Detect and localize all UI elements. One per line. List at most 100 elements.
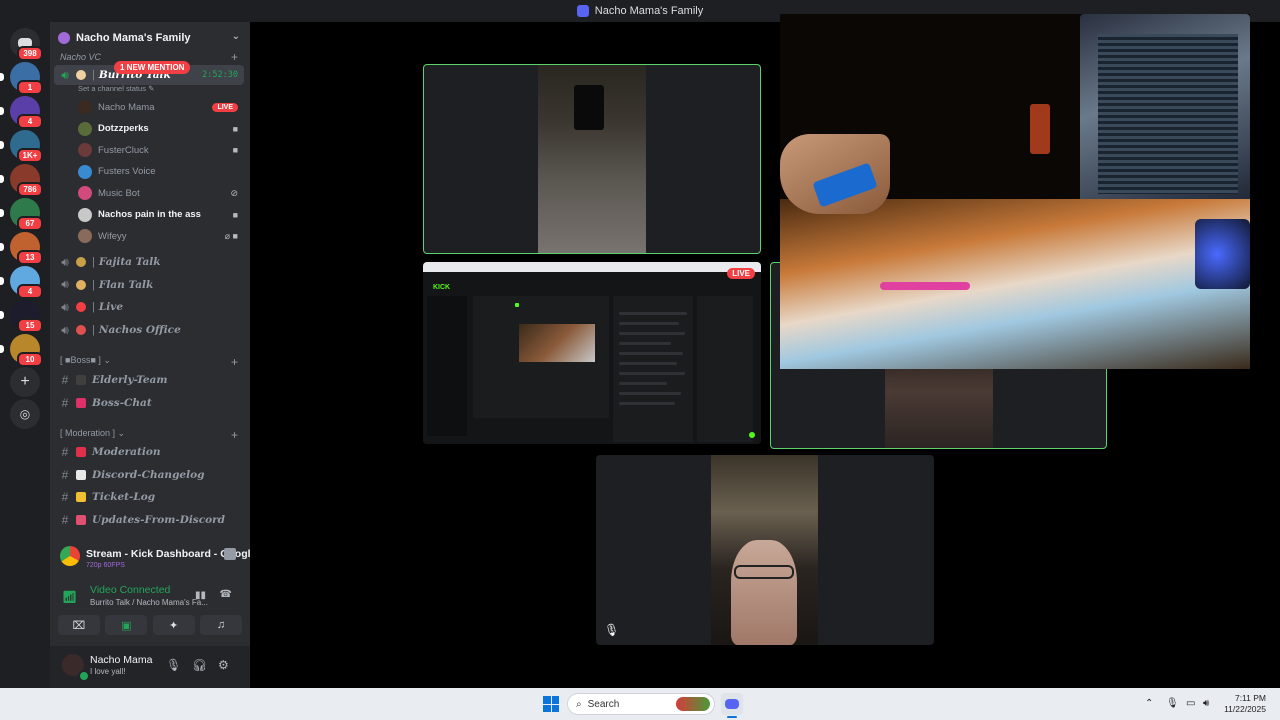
server-icon[interactable]: 786 xyxy=(0,164,43,197)
stream-panel[interactable]: Stream - Kick Dashboard - Google ... 720… xyxy=(56,538,256,576)
member-name: Nachos pain in the ass xyxy=(98,209,201,220)
search-icon: ⌕ xyxy=(576,698,582,710)
server-icon[interactable]: 15 xyxy=(0,300,43,333)
server-icon[interactable]: 1K+ xyxy=(0,130,43,163)
channel-emoji xyxy=(76,492,86,503)
voice-member[interactable]: Fusters Voice xyxy=(78,162,244,182)
channel-nachos-office[interactable]: 🔊︎ | Nachos Office xyxy=(54,320,244,340)
live-badge: LIVE xyxy=(727,268,755,279)
server-icon[interactable]: 13 xyxy=(0,232,43,265)
server-icon[interactable]: 10 xyxy=(0,334,43,367)
server-unread-badge: 1 xyxy=(17,80,43,95)
member-name: Music Bot xyxy=(98,187,140,199)
discord-taskbar-button[interactable] xyxy=(721,693,743,715)
category-nacho-vc[interactable]: Nacho VC xyxy=(60,52,101,62)
voice-member[interactable]: Nachos pain in the ass ■ xyxy=(78,205,244,225)
voice-member[interactable]: Dotzzperks ■ xyxy=(78,119,244,139)
channel-sidebar: Nacho Mama's Family ⌄ Nacho VC + 🔊︎ | Bu… xyxy=(50,22,256,688)
channel-flan-talk[interactable]: 🔊︎ | Flan Talk xyxy=(54,275,244,295)
create-channel-button[interactable]: + xyxy=(231,50,238,64)
channel-emoji xyxy=(76,325,86,336)
server-unread-badge: 67 xyxy=(17,216,43,231)
server-icon[interactable]: 1 xyxy=(0,62,43,95)
gear-icon[interactable]: ⚙ xyxy=(218,658,229,672)
server-icon[interactable]: 4 xyxy=(0,266,43,299)
screen-share-tile[interactable]: KICK LIVE xyxy=(423,262,761,444)
taskbar-search[interactable]: ⌕ Search xyxy=(567,693,715,715)
network-icon[interactable]: ▭ xyxy=(1186,698,1195,709)
member-name: Dotzzperks xyxy=(98,123,149,134)
headphones-icon[interactable]: 🎧︎ xyxy=(192,658,207,672)
plus-icon: + xyxy=(20,373,30,390)
deafen-icon: ⊘ xyxy=(230,187,238,198)
channel-name: Flan Talk xyxy=(98,278,154,291)
search-placeholder: Search xyxy=(587,698,620,710)
camera-icon: ■ xyxy=(232,123,238,134)
channel-elderly-team[interactable]: # Elderly-Team xyxy=(54,370,244,390)
windows-start-icon[interactable] xyxy=(543,696,559,712)
guild-name: Nacho Mama's Family xyxy=(76,32,191,44)
voice-member[interactable]: Nacho Mama LIVE xyxy=(78,97,244,117)
dashboard-chat-panel xyxy=(613,296,693,442)
channel-live[interactable]: 🔊︎ | Live xyxy=(54,297,244,317)
stop-stream-icon[interactable] xyxy=(224,548,236,560)
muted-camera-icon: ⌀ ■ xyxy=(224,230,238,241)
activities-button[interactable]: ✦ xyxy=(152,615,195,635)
voice-member[interactable]: Wifeyy ⌀ ■ xyxy=(78,226,244,246)
channel-discord-changelog[interactable]: # Discord-Changelog xyxy=(54,465,244,485)
avatar xyxy=(78,207,92,222)
unread-indicator xyxy=(0,107,4,115)
discover-button[interactable]: ◎ xyxy=(10,399,40,429)
microphone-icon[interactable]: 🎙︎ xyxy=(166,658,181,672)
category-moderation[interactable]: [ Moderation ] ⌄ xyxy=(60,428,125,439)
channel-name: Updates-From-Discord xyxy=(92,513,225,526)
guild-header[interactable]: Nacho Mama's Family ⌄ xyxy=(50,22,250,54)
avatar xyxy=(78,143,92,157)
category-boss[interactable]: [ ■Boss■ ] ⌄ xyxy=(60,355,111,366)
pip-camera-overlay[interactable] xyxy=(780,14,1250,369)
unread-indicator xyxy=(0,73,4,81)
screen-share-button[interactable]: ▣ xyxy=(105,615,148,635)
chevron-down-icon: ⌄ xyxy=(231,31,240,42)
volume-icon[interactable]: 🔊︎ xyxy=(1203,698,1209,709)
hashtag-icon: # xyxy=(61,490,69,505)
create-channel-button[interactable]: + xyxy=(231,355,238,369)
microphone-tray-icon[interactable]: 🎙︎ xyxy=(1166,698,1179,709)
server-icon[interactable]: 67 xyxy=(0,198,43,231)
pink-light-shape xyxy=(880,282,970,290)
channel-status[interactable]: Set a channel status ✎ xyxy=(78,84,154,93)
create-channel-button[interactable]: + xyxy=(231,428,238,442)
video-tile-webcam[interactable]: 🎙︎ xyxy=(596,455,934,645)
user-panel: Nacho Mama I love yall! 🎙︎ 🎧︎ ⚙ xyxy=(50,646,250,688)
server-icon[interactable]: 4 xyxy=(0,96,43,129)
unread-indicator xyxy=(0,209,4,217)
channel-emoji xyxy=(76,469,86,480)
new-mention-pill[interactable]: 1 NEW MENTION xyxy=(114,61,191,74)
hashtag-icon: # xyxy=(61,445,69,459)
home-unread-badge: 398 xyxy=(17,46,43,61)
noise-suppression-icon[interactable]: ▮▮ xyxy=(195,590,206,601)
channel-boss-chat[interactable]: # Boss-Chat xyxy=(54,393,244,413)
add-server-button[interactable]: + xyxy=(10,367,40,397)
speaker-icon: 🔊︎ xyxy=(61,299,69,314)
username[interactable]: Nacho Mama xyxy=(90,654,152,666)
channel-updates-from-discord[interactable]: # Updates-From-Discord xyxy=(54,510,244,530)
voice-member[interactable]: Music Bot ⊘ xyxy=(78,183,244,203)
home-button[interactable]: 398 xyxy=(10,28,43,61)
channel-emoji xyxy=(76,257,86,267)
soundboard-button[interactable]: ♫ xyxy=(199,615,242,635)
avatar xyxy=(78,186,92,200)
video-tile-outdoor[interactable] xyxy=(423,64,761,254)
channel-fajita-talk[interactable]: 🔊︎ | Fajita Talk xyxy=(54,252,244,272)
server-unread-badge: 15 xyxy=(17,318,43,333)
voice-member[interactable]: FusterCluck ■ xyxy=(78,140,244,160)
channel-ticket-log[interactable]: # Ticket-Log xyxy=(54,487,244,507)
channel-moderation[interactable]: # Moderation xyxy=(54,442,244,462)
disconnect-icon[interactable]: ☎︎ xyxy=(220,589,232,600)
keyboard-light-shape xyxy=(1195,219,1250,289)
camera-off-button[interactable]: ⌧ xyxy=(58,615,100,635)
system-clock[interactable]: 7:11 PM 11/22/2025 xyxy=(1224,693,1266,715)
channel-emoji xyxy=(76,514,86,525)
chevron-up-icon[interactable]: ⌃ xyxy=(1145,698,1153,709)
signal-icon[interactable]: 📶︎ xyxy=(62,590,77,604)
